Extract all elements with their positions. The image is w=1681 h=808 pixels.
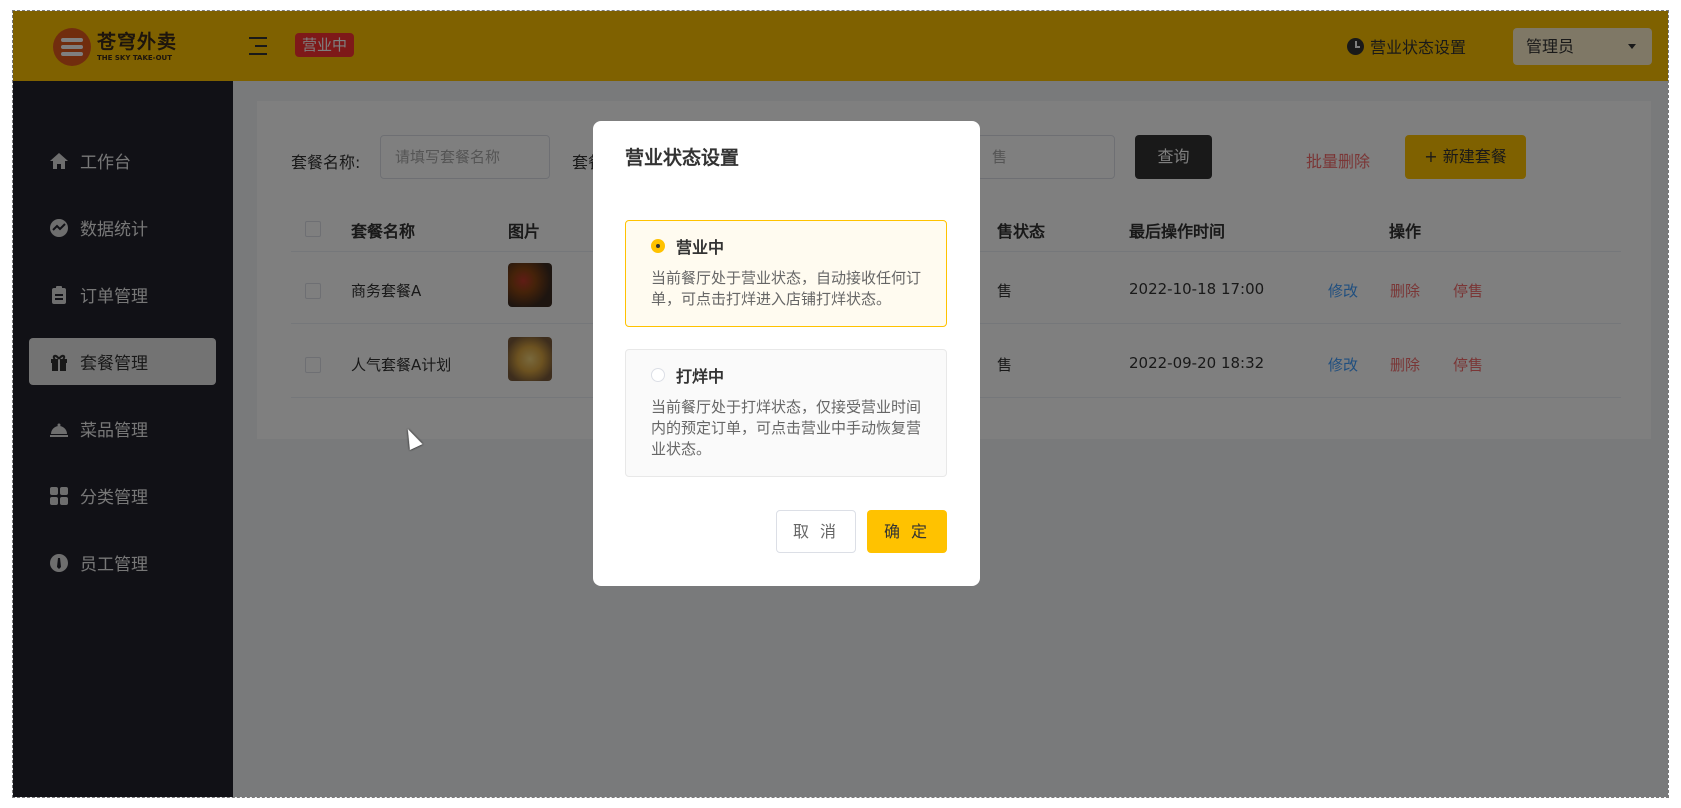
app-window: 苍穹外卖 THE SKY TAKE-OUT 营业中 营业状态设置 管理员 工作台… bbox=[12, 10, 1669, 798]
option-open[interactable]: 营业中 当前餐厅处于营业状态，自动接收任何订单，可点击打烊进入店铺打烊状态。 bbox=[625, 220, 947, 327]
cancel-button[interactable]: 取 消 bbox=[776, 510, 856, 553]
business-status-dialog: 营业状态设置 营业中 当前餐厅处于营业状态，自动接收任何订单，可点击打烊进入店铺… bbox=[593, 121, 980, 586]
option-open-description: 当前餐厅处于营业状态，自动接收任何订单，可点击打烊进入店铺打烊状态。 bbox=[651, 269, 922, 308]
dialog-title: 营业状态设置 bbox=[625, 147, 740, 169]
confirm-button[interactable]: 确 定 bbox=[867, 510, 947, 553]
radio-closed[interactable] bbox=[651, 368, 665, 382]
option-open-label: 营业中 bbox=[676, 238, 725, 257]
option-closed-label: 打烊中 bbox=[676, 367, 725, 386]
option-closed-description: 当前餐厅处于打烊状态，仅接受营业时间内的预定订单，可点击营业中手动恢复营业状态。 bbox=[651, 398, 922, 458]
radio-open[interactable] bbox=[651, 239, 665, 253]
option-closed[interactable]: 打烊中 当前餐厅处于打烊状态，仅接受营业时间内的预定订单，可点击营业中手动恢复营… bbox=[625, 349, 947, 477]
